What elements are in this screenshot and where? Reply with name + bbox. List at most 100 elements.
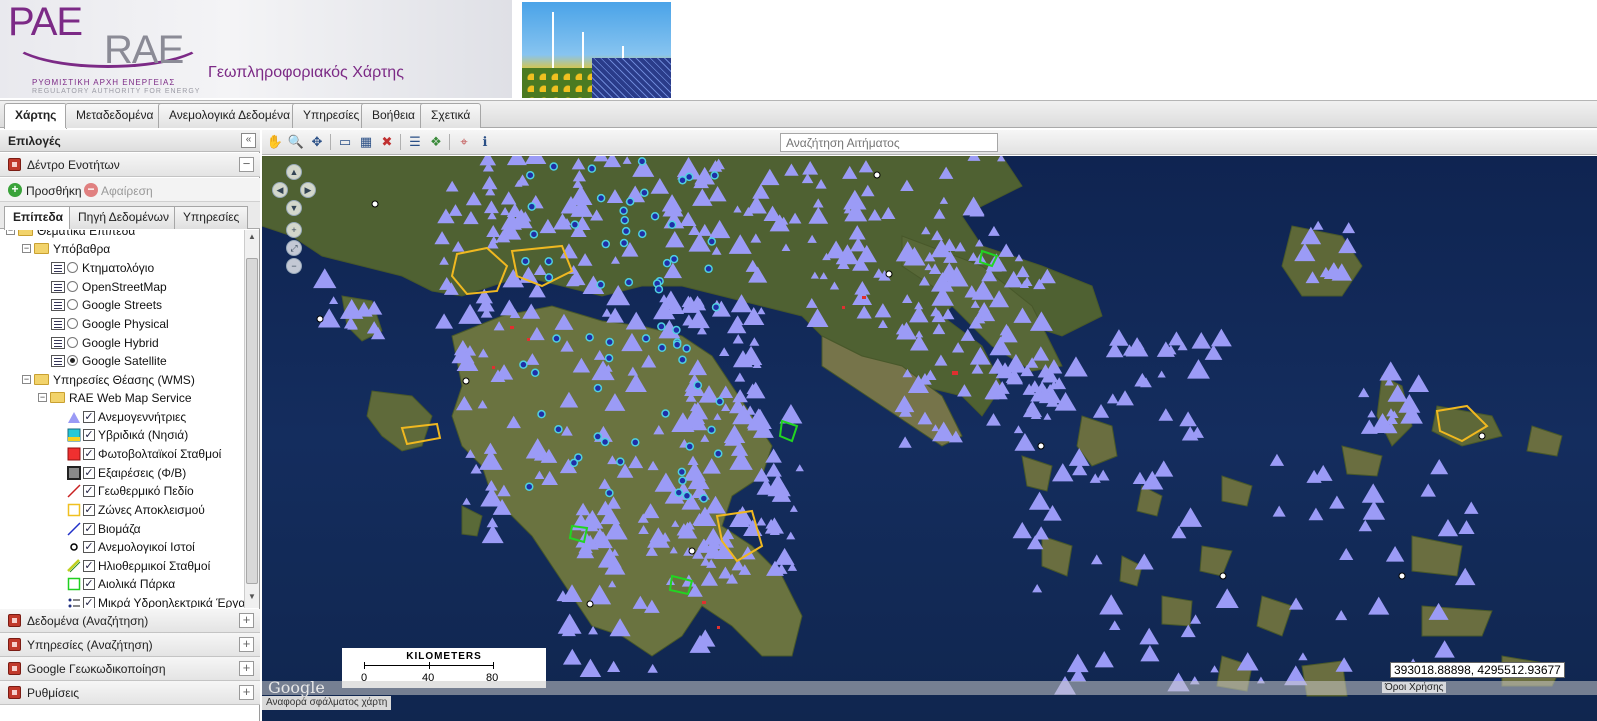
- base-layer-radio[interactable]: [67, 262, 78, 273]
- overlay-checkbox[interactable]: ✓: [83, 448, 95, 460]
- overlay-checkbox[interactable]: ✓: [83, 467, 95, 479]
- pan-down-icon[interactable]: ▼: [286, 200, 302, 216]
- pan-up-icon[interactable]: ▲: [286, 164, 302, 180]
- base-layer-radio-selected[interactable]: [67, 355, 78, 366]
- layers-icon[interactable]: ❖: [427, 134, 445, 150]
- accordion-geocoding[interactable]: Google Γεωκωδικοποίηση +: [0, 657, 260, 681]
- subtab-services[interactable]: Υπηρεσίες: [174, 206, 249, 229]
- accordion-settings[interactable]: Ρυθμίσεις +: [0, 681, 260, 705]
- add-button[interactable]: Προσθήκη: [26, 184, 82, 198]
- plus-icon[interactable]: +: [239, 613, 254, 628]
- rae-logo: PAE RAE ΡΥΘΜΙΣΤΙΚΗ ΑΡΧΗ ΕΝΕΡΓΕΙΑΣ REGULA…: [0, 0, 512, 98]
- overlay-checkbox[interactable]: ✓: [83, 523, 95, 535]
- tree-row-thematic[interactable]: − Θεματικά Επίπεδα: [0, 230, 244, 240]
- section-icon: [8, 638, 21, 651]
- overlay-checkbox[interactable]: ✓: [83, 560, 95, 572]
- accordion-data-search[interactable]: Δεδομένα (Αναζήτηση) +: [0, 609, 260, 633]
- base-layer-radio[interactable]: [67, 281, 78, 292]
- plus-icon[interactable]: +: [239, 661, 254, 676]
- report-map-error-link[interactable]: Αναφορά σφάλματος χάρτη: [262, 696, 392, 710]
- tree-scrollbar[interactable]: ▲ ▼: [244, 230, 259, 608]
- tab-map[interactable]: Χάρτης: [4, 103, 68, 129]
- tree-row-rae-wms[interactable]: − RAE Web Map Service: [0, 389, 244, 407]
- legend-icon[interactable]: ☰: [406, 134, 424, 150]
- wind-turbine-marker: [1368, 596, 1390, 615]
- tree-row-wms[interactable]: − Υπηρεσίες Θέασης (WMS): [0, 371, 244, 389]
- tab-metadata[interactable]: Μεταδεδομένα: [65, 103, 165, 128]
- subtab-layers[interactable]: Επίπεδα: [4, 206, 73, 230]
- scroll-up-icon[interactable]: ▲: [246, 232, 258, 246]
- hydro-station-marker: [682, 344, 691, 353]
- clear-icon[interactable]: ✖: [378, 134, 396, 150]
- overlay-checkbox[interactable]: ✓: [83, 578, 95, 590]
- locate-icon[interactable]: ⌖: [455, 134, 473, 150]
- collapse-toggle-icon[interactable]: −: [22, 375, 31, 384]
- overlay-checkbox[interactable]: ✓: [83, 485, 95, 497]
- accordion-services-search[interactable]: Υπηρεσίες (Αναζήτηση) +: [0, 633, 260, 657]
- wind-turbine-marker: [786, 531, 796, 540]
- overlay-row[interactable]: ✓ Αιολικά Πάρκα: [0, 575, 244, 593]
- overlay-row[interactable]: ✓ Υβριδικά (Νησιά): [0, 426, 244, 444]
- accordion-tree[interactable]: Δέντρο Ενοτήτων −: [0, 153, 260, 177]
- terms-of-use-link[interactable]: Όροι Χρήσης: [1382, 682, 1447, 693]
- overlay-row[interactable]: ✓ Ανεμολογικοί Ιστοί: [0, 538, 244, 556]
- overlay-checkbox[interactable]: ✓: [83, 411, 95, 423]
- base-layer-row[interactable]: Google Physical: [0, 315, 244, 333]
- zoom-out-icon[interactable]: −: [286, 258, 302, 274]
- overlay-label: Ζώνες Αποκλεισμού: [98, 503, 205, 517]
- overlay-row[interactable]: ✓ Φωτοβολταϊκοί Σταθμοί: [0, 445, 244, 463]
- pan-hand-icon[interactable]: ✋: [266, 134, 284, 150]
- overlay-row[interactable]: ✓ Εξαιρέσεις (Φ/Β): [0, 464, 244, 482]
- overlay-row[interactable]: ✓ Ηλιοθερμικοί Σταθμοί: [0, 557, 244, 575]
- pan-left-icon[interactable]: ◀: [272, 182, 288, 198]
- google-logo[interactable]: Google: [268, 678, 325, 697]
- zoom-world-icon[interactable]: ⤢: [286, 240, 302, 256]
- scroll-thumb[interactable]: [246, 258, 258, 584]
- base-layer-row[interactable]: Google Hybrid: [0, 334, 244, 352]
- base-layer-row[interactable]: Κτηματολόγιο: [0, 259, 244, 277]
- scroll-down-icon[interactable]: ▼: [246, 592, 258, 606]
- base-layer-radio[interactable]: [67, 337, 78, 348]
- collapse-toggle-icon[interactable]: −: [6, 230, 15, 235]
- full-extent-icon[interactable]: ✥: [308, 134, 326, 150]
- tab-wind-data[interactable]: Ανεμολογικά Δεδομένα: [158, 103, 302, 128]
- hydro-station-marker: [621, 226, 631, 236]
- base-layer-row[interactable]: Google Satellite: [0, 352, 244, 370]
- overlay-checkbox[interactable]: ✓: [83, 429, 95, 441]
- measure-icon[interactable]: ▭: [336, 134, 354, 150]
- overlay-checkbox[interactable]: ✓: [83, 504, 95, 516]
- tab-help[interactable]: Βοήθεια: [361, 103, 426, 128]
- double-chevron-left-icon[interactable]: «: [241, 133, 256, 148]
- overlay-row[interactable]: ✓ Μικρά Υδροηλεκτρικά Έργα: [0, 594, 244, 608]
- tab-services[interactable]: Υπηρεσίες: [292, 103, 371, 128]
- collapse-toggle-icon[interactable]: −: [22, 244, 31, 253]
- layer-icon: [51, 318, 65, 330]
- base-layer-row[interactable]: OpenStreetMap: [0, 278, 244, 296]
- collapse-toggle-icon[interactable]: −: [38, 393, 47, 402]
- info-icon[interactable]: ℹ: [476, 134, 494, 150]
- zoom-in-icon[interactable]: +: [286, 222, 302, 238]
- overlay-row[interactable]: ✓ Ανεμογεννήτριες: [0, 408, 244, 426]
- base-layer-radio[interactable]: [67, 318, 78, 329]
- zoom-box-icon[interactable]: 🔍: [287, 134, 305, 150]
- base-layer-radio[interactable]: [67, 299, 78, 310]
- map-canvas[interactable]: ▲ ◀ ▶ ▼ + ⤢ − KILOMETERS 0 40 80 393018.…: [262, 156, 1597, 721]
- wind-turbine-marker: [1028, 491, 1051, 510]
- base-layer-row[interactable]: Google Streets: [0, 296, 244, 314]
- overlay-checkbox[interactable]: ✓: [83, 597, 95, 608]
- overlay-row[interactable]: ✓ Γεωθερμικό Πεδίο: [0, 482, 244, 500]
- wind-turbine-marker: [625, 311, 647, 330]
- tree-row-basemaps[interactable]: − Υπόβαθρα: [0, 240, 244, 258]
- overlay-checkbox[interactable]: ✓: [83, 541, 95, 553]
- plus-icon[interactable]: +: [239, 637, 254, 652]
- request-search-input[interactable]: [780, 133, 998, 152]
- overlay-row[interactable]: ✓ Βιομάζα: [0, 520, 244, 538]
- plus-icon[interactable]: +: [239, 685, 254, 700]
- subtab-data-source[interactable]: Πηγή Δεδομένων: [69, 206, 179, 229]
- pan-right-icon[interactable]: ▶: [300, 182, 316, 198]
- tab-about[interactable]: Σχετικά: [420, 103, 482, 128]
- minus-icon[interactable]: −: [239, 157, 254, 172]
- table-icon[interactable]: ▦: [357, 134, 375, 150]
- add-icon[interactable]: +: [8, 183, 22, 197]
- overlay-row[interactable]: ✓ Ζώνες Αποκλεισμού: [0, 501, 244, 519]
